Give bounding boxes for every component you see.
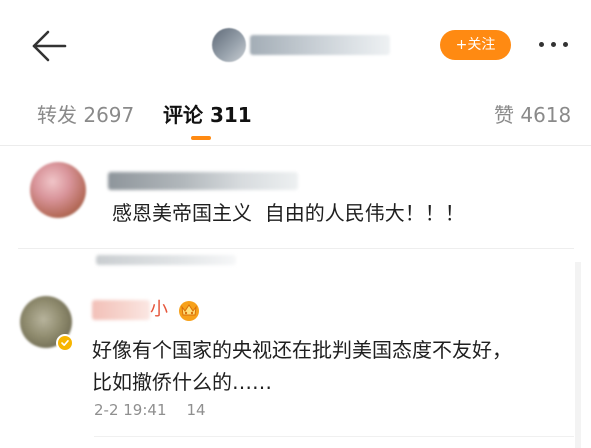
divider [94,436,574,437]
edge-strip [581,262,591,448]
follow-button[interactable]: +关注 [440,30,511,60]
tab-bar: 转发 2697 评论 311 赞 4618 [0,90,591,146]
author-avatar[interactable] [212,28,246,62]
comment-text: 好像有个国家的央视还在批判美国态度不友好， 比如撤侨什么的…… [92,334,562,398]
screenshot-separator [0,248,591,262]
comment-meta-blurred [96,255,236,265]
author-name-blurred[interactable] [250,35,390,55]
divider [18,248,574,249]
commenter-avatar[interactable] [30,162,86,218]
tab-likes[interactable]: 赞 4618 [494,100,571,130]
divider [0,145,591,146]
commenter-name-visible[interactable]: 小 [150,298,168,322]
comment-text: 感恩美帝国主义 自由的人民伟大！！！ [112,201,465,225]
tab-comments[interactable]: 评论 311 [163,100,252,130]
comment-text-line: 好像有个国家的央视还在批判美国态度不友好， [92,338,512,362]
more-dots-icon[interactable] [536,36,572,52]
comment-meta: 2-2 19:41 14 [94,400,206,420]
verified-badge-icon [56,334,74,352]
comment-time: 2-2 19:41 [94,401,167,419]
commenter-name-blurred[interactable] [92,300,150,320]
active-tab-indicator [191,136,211,140]
comment-like-count[interactable]: 14 [187,400,206,420]
commenter-name-blurred[interactable] [108,172,298,190]
back-arrow-icon[interactable] [28,26,68,66]
vip-crown-icon [176,298,202,322]
tab-reposts[interactable]: 转发 2697 [37,100,134,130]
comment-text-line: 比如撤侨什么的…… [92,370,272,394]
